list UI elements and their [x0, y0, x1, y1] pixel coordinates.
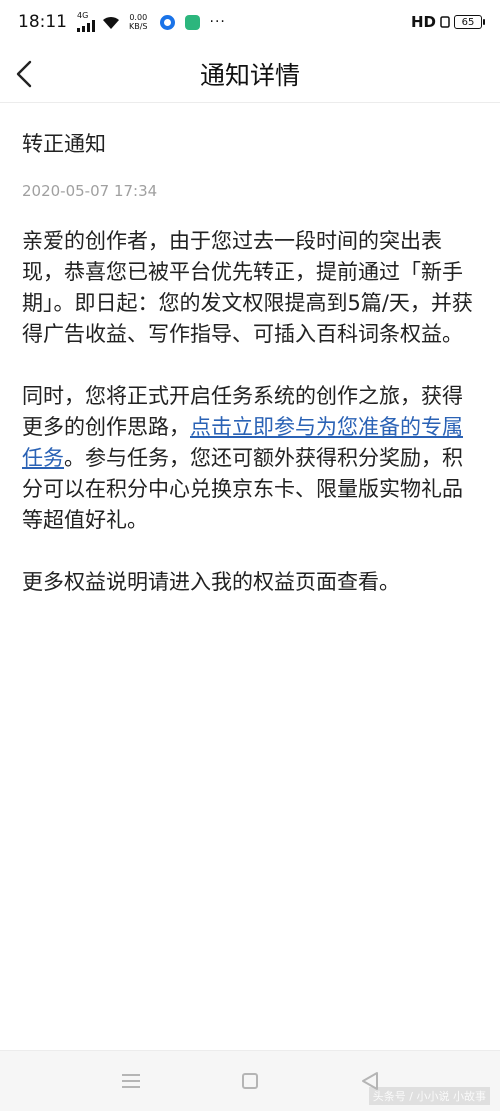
status-time: 18:11 [18, 12, 67, 32]
watermark: 头条号 / 小小说 小故事 [368, 1087, 490, 1105]
app-notification-icon [159, 14, 175, 30]
notice-paragraph-3: 更多权益说明请进入我的权益页面查看。 [22, 570, 400, 594]
status-bar: 18:11 4G 0.00 KB/S ··· HD 65 [0, 0, 500, 48]
status-left: 18:11 4G 0.00 KB/S ··· [18, 12, 226, 32]
page-title: 通知详情 [199, 61, 300, 90]
header: 通知详情 [0, 48, 500, 103]
system-navigation-bar: 头条号 / 小小说 小故事 [0, 1050, 500, 1111]
cellular-signal-icon: 4G [77, 12, 95, 32]
signal-bars [77, 20, 95, 32]
paragraph-2-text-after: 。参与任务，您还可额外获得积分奖励，积分可以在积分中心兑换京东卡、限量版实物礼品… [22, 446, 463, 532]
square-home-icon [242, 1073, 258, 1089]
wifi-icon [103, 16, 119, 29]
menu-icon [122, 1074, 140, 1088]
notice-timestamp: 2020-05-07 17:34 [22, 182, 158, 200]
more-notifications-icon: ··· [209, 14, 226, 30]
vibrate-icon [440, 16, 450, 28]
notice-paragraph-2: 同时，您将正式开启任务系统的创作之旅，获得更多的创作思路，点击立即参与为您准备的… [22, 381, 478, 536]
hd-indicator: HD [410, 13, 436, 31]
home-button[interactable] [235, 1066, 265, 1096]
status-right: HD 65 [410, 13, 485, 31]
recent-apps-button[interactable] [116, 1066, 146, 1096]
network-speed-unit: KB/S [129, 22, 148, 31]
app-notification-square-icon [184, 14, 200, 30]
network-speed: 0.00 KB/S [129, 13, 148, 31]
network-speed-value: 0.00 [129, 13, 148, 22]
notification-detail-screen: 18:11 4G 0.00 KB/S ··· HD 65 通知详情 转正通知 2… [0, 0, 500, 1111]
notice-title: 转正通知 [22, 132, 106, 156]
notice-paragraph-1: 亲爱的创作者，由于您过去一段时间的突出表现，恭喜您已被平台优先转正，提前通过「新… [22, 229, 473, 346]
network-type-label: 4G [77, 11, 89, 20]
notice-content: 转正通知 2020-05-07 17:34 亲爱的创作者，由于您过去一段时间的突… [22, 102, 478, 598]
battery-icon: 65 [454, 15, 485, 29]
